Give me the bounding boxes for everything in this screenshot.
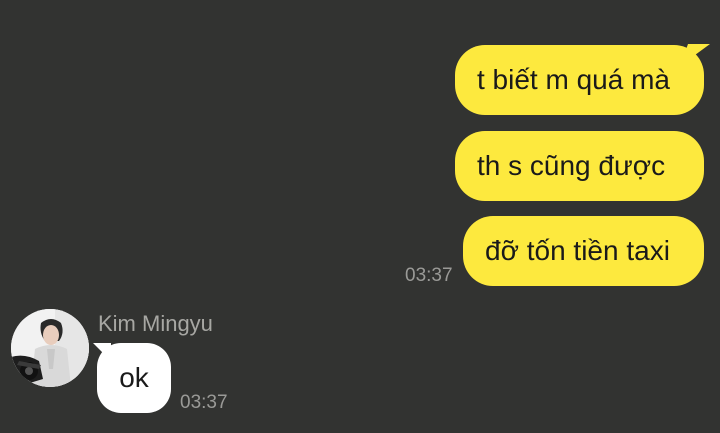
- message-text: ok: [119, 362, 149, 393]
- outgoing-message[interactable]: đỡ tốn tiền taxi: [463, 216, 704, 286]
- message-text: th s cũng được: [477, 150, 666, 181]
- outgoing-message[interactable]: th s cũng được: [455, 131, 704, 201]
- outgoing-message[interactable]: t biết m quá mà: [455, 45, 704, 115]
- incoming-message[interactable]: ok: [97, 343, 171, 413]
- avatar[interactable]: [11, 309, 89, 387]
- message-text: t biết m quá mà: [477, 64, 670, 95]
- profile-photo-icon: [11, 309, 89, 387]
- message-timestamp: 03:37: [405, 265, 453, 286]
- message-timestamp: 03:37: [180, 392, 228, 413]
- chat-conversation: t biết m quá mà th s cũng được đỡ tốn ti…: [0, 0, 720, 433]
- sender-name[interactable]: Kim Mingyu: [98, 311, 213, 337]
- message-text: đỡ tốn tiền taxi: [485, 235, 670, 266]
